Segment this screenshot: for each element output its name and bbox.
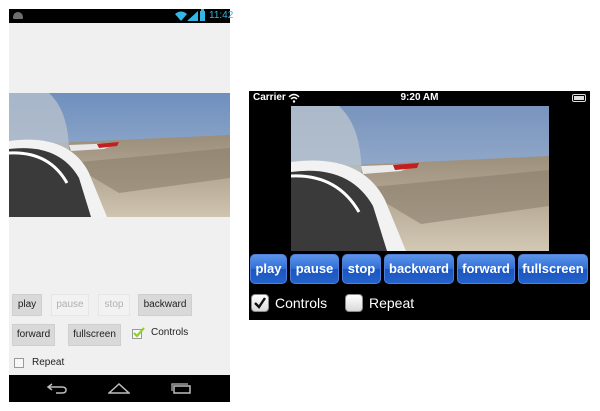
video-frame bbox=[9, 93, 230, 217]
status-time: 9:20 AM bbox=[400, 92, 439, 103]
pause-button[interactable]: pause bbox=[290, 254, 339, 284]
controls-checkbox[interactable] bbox=[132, 327, 145, 339]
iphone-device: Carrier 9:20 AM play pause stop backward… bbox=[249, 91, 590, 320]
pause-button[interactable]: pause bbox=[51, 294, 89, 316]
forward-button[interactable]: forward bbox=[12, 324, 55, 346]
battery-icon bbox=[572, 94, 586, 102]
controls-checkbox[interactable] bbox=[251, 294, 269, 312]
play-button[interactable]: play bbox=[250, 254, 287, 284]
android-status-bar: 11:42 bbox=[9, 9, 234, 23]
video-frame bbox=[291, 106, 549, 251]
home-icon[interactable] bbox=[108, 382, 130, 394]
wifi-icon bbox=[175, 11, 187, 21]
repeat-checkbox[interactable] bbox=[345, 294, 363, 312]
recent-apps-icon[interactable] bbox=[170, 382, 192, 394]
android-icon bbox=[13, 12, 23, 19]
signal-icon bbox=[187, 11, 198, 21]
android-device: 11:42 play pause stop backward forward f… bbox=[9, 9, 234, 402]
controls-label: Controls bbox=[151, 327, 189, 338]
ios-status-bar: Carrier 9:20 AM bbox=[249, 91, 590, 105]
stop-button[interactable]: stop bbox=[342, 254, 381, 284]
video-player[interactable] bbox=[9, 93, 230, 217]
play-button[interactable]: play bbox=[12, 294, 42, 316]
repeat-label: Repeat bbox=[369, 295, 415, 311]
checkmark-icon bbox=[254, 297, 266, 309]
fullscreen-button[interactable]: fullscreen bbox=[68, 324, 121, 346]
repeat-label: Repeat bbox=[32, 357, 65, 368]
backward-button[interactable]: backward bbox=[138, 294, 192, 316]
repeat-checkbox[interactable] bbox=[14, 358, 24, 368]
backward-button[interactable]: backward bbox=[384, 254, 454, 284]
status-time: 11:42 bbox=[209, 10, 234, 21]
battery-icon bbox=[200, 9, 205, 21]
controls-label: Controls bbox=[275, 295, 328, 311]
forward-button[interactable]: forward bbox=[457, 254, 515, 284]
android-navigation-bar bbox=[9, 375, 230, 402]
fullscreen-button[interactable]: fullscreen bbox=[518, 254, 588, 284]
back-icon[interactable] bbox=[46, 382, 68, 394]
video-player[interactable] bbox=[291, 106, 549, 251]
stop-button[interactable]: stop bbox=[98, 294, 130, 316]
